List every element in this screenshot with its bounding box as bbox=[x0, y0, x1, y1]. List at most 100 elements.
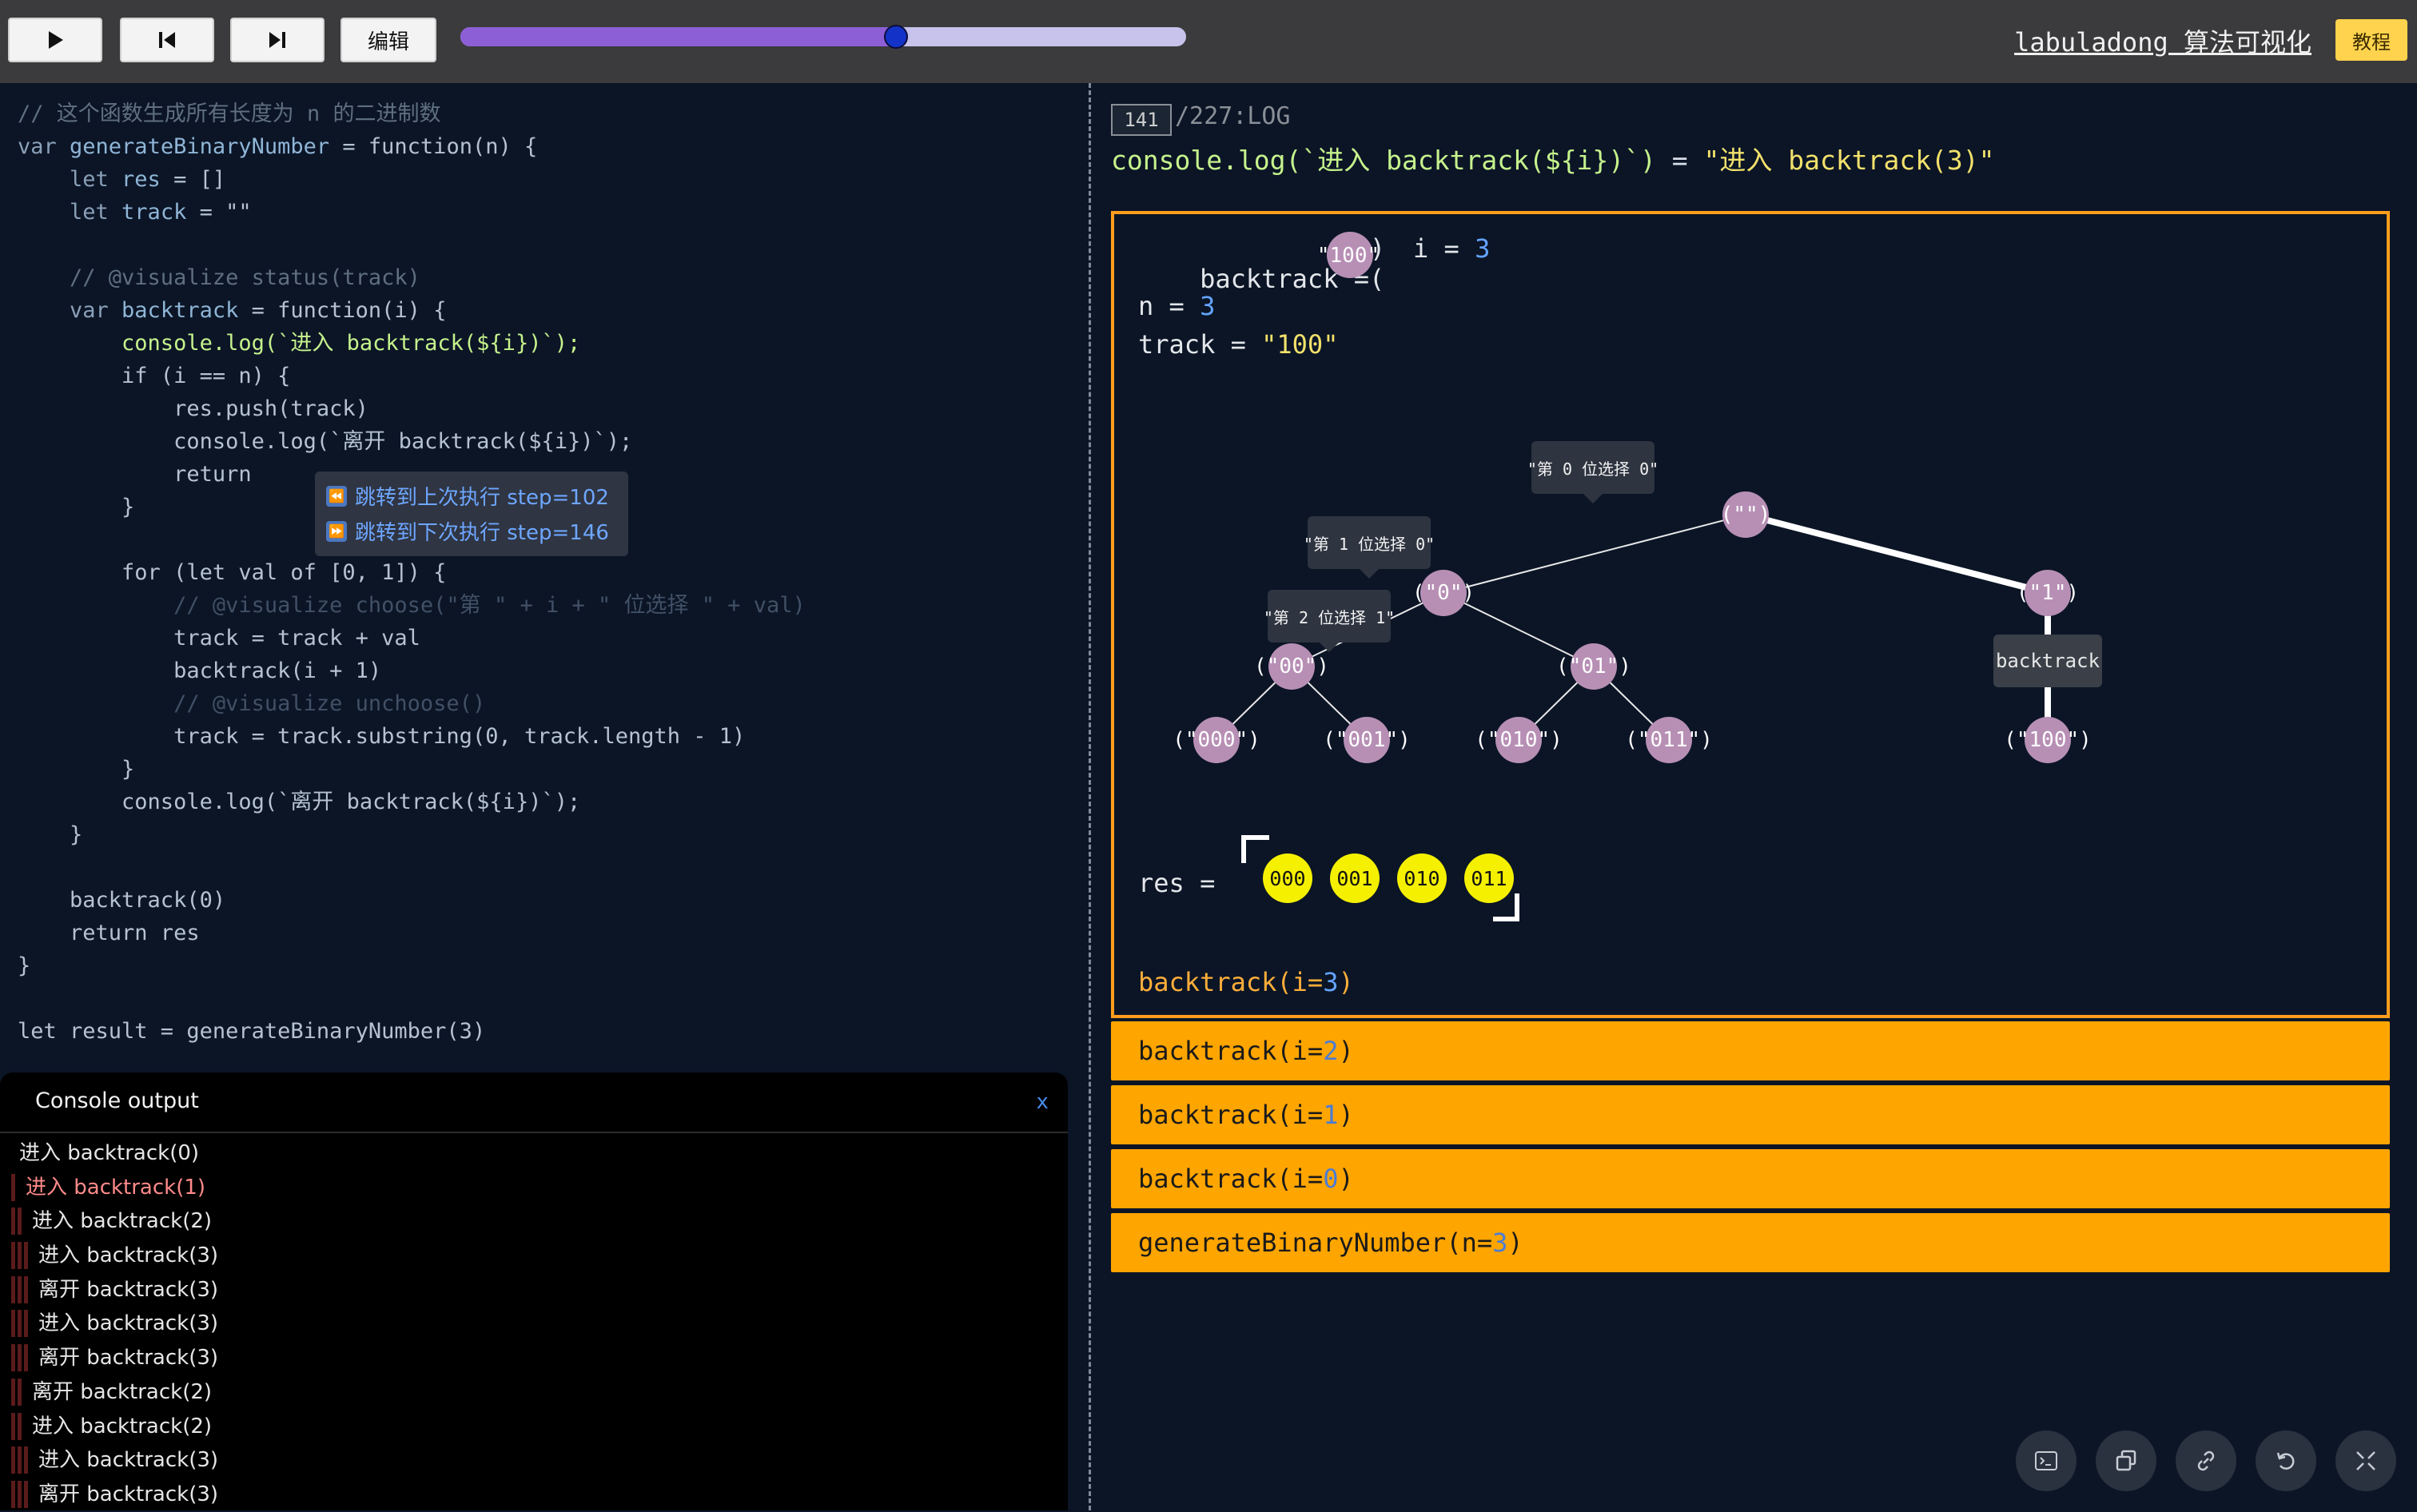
stack-frame-value: 2 bbox=[1323, 1036, 1339, 1066]
console-title: Console output bbox=[35, 1088, 199, 1113]
indent-guide bbox=[18, 1480, 22, 1508]
res-item[interactable]: 000 bbox=[1263, 853, 1312, 903]
indent-guide bbox=[11, 1242, 15, 1270]
code-line[interactable]: if (i == n) { bbox=[18, 360, 806, 392]
tree-node-label: ("001") bbox=[1323, 728, 1411, 752]
res-item[interactable]: 011 bbox=[1464, 853, 1514, 903]
tree-edge-active bbox=[1744, 511, 2049, 596]
code-line[interactable]: for (let val of [0, 1]) { bbox=[18, 556, 806, 589]
log-eq: = bbox=[1655, 145, 1704, 176]
tree-node-label: ("100") bbox=[2004, 728, 2092, 752]
code-line[interactable]: res.push(track) bbox=[18, 392, 806, 425]
code-line[interactable] bbox=[18, 851, 806, 884]
code-line[interactable]: // 这个函数生成所有长度为 n 的二进制数 bbox=[18, 97, 806, 130]
code-line[interactable]: backtrack(i + 1) bbox=[18, 655, 806, 687]
console-line-text: 进入 backtrack(1) bbox=[26, 1175, 206, 1200]
code-token: // @visualize choose("第 " + i + " 位选择 " … bbox=[18, 593, 806, 618]
code-line[interactable]: } bbox=[18, 753, 806, 786]
play-button[interactable] bbox=[8, 18, 102, 62]
log-value: "进入 backtrack(3)" bbox=[1703, 145, 1995, 176]
step-input[interactable]: 141 bbox=[1111, 104, 1172, 136]
code-line[interactable]: // @visualize status(track) bbox=[18, 261, 806, 294]
stack-frame[interactable]: backtrack(i= 0) bbox=[1111, 1149, 2390, 1208]
panel-divider[interactable] bbox=[1089, 83, 1091, 1510]
indent-guide bbox=[18, 1412, 22, 1440]
indent-guide bbox=[24, 1275, 28, 1303]
console-line-text: 离开 backtrack(2) bbox=[32, 1379, 213, 1404]
console-line-text: 进入 backtrack(3) bbox=[38, 1243, 219, 1268]
code-line[interactable]: let result = generateBinaryNumber(3) bbox=[18, 1015, 806, 1048]
progress-slider[interactable] bbox=[460, 25, 1186, 49]
toolbar: 编辑 labuladong 算法可视化 教程 bbox=[0, 0, 2417, 83]
stack-frame[interactable]: backtrack(i= 1) bbox=[1111, 1085, 2390, 1144]
tree-node-label: ("010") bbox=[1475, 728, 1563, 752]
copy-button[interactable] bbox=[2096, 1430, 2156, 1491]
code-token: let result = generateBinaryNumber(3) bbox=[18, 1019, 486, 1044]
share-link-button[interactable] bbox=[2176, 1430, 2236, 1491]
code-token: } bbox=[18, 953, 31, 978]
tree-node-label: ("") bbox=[1720, 503, 1771, 527]
code-line[interactable]: var generateBinaryNumber = function(n) { bbox=[18, 130, 806, 163]
collapse-button[interactable] bbox=[2335, 1430, 2396, 1491]
console-toggle-button[interactable] bbox=[2016, 1430, 2077, 1491]
code-token: var bbox=[18, 134, 70, 159]
frame-label-name: backtrack(i= bbox=[1138, 967, 1324, 997]
step-forward-icon bbox=[269, 32, 285, 48]
code-line[interactable] bbox=[18, 229, 806, 261]
code-line[interactable] bbox=[18, 982, 806, 1015]
step-back-button[interactable] bbox=[120, 18, 214, 62]
code-line[interactable]: track = track + val bbox=[18, 622, 806, 655]
stack-frame[interactable]: backtrack(i= 2) bbox=[1111, 1021, 2390, 1080]
console-line: 进入 backtrack(3) bbox=[0, 1443, 1068, 1478]
res-item[interactable]: 010 bbox=[1397, 853, 1447, 903]
stack-frame[interactable]: generateBinaryNumber(n= 3) bbox=[1111, 1213, 2390, 1272]
stack-frame-close: ) bbox=[1338, 1164, 1354, 1194]
tutorial-button[interactable]: 教程 bbox=[2335, 19, 2407, 61]
indent-guide bbox=[24, 1344, 28, 1372]
indent-guide bbox=[18, 1208, 22, 1235]
code-line[interactable]: var backtrack = function(i) { bbox=[18, 294, 806, 327]
console-line-text: 进入 backtrack(3) bbox=[38, 1448, 219, 1473]
jump-prev-link[interactable]: ⏪ 跳转到上次执行 step=102 bbox=[326, 481, 609, 511]
play-icon bbox=[49, 31, 63, 49]
console-line-text: 离开 backtrack(3) bbox=[38, 1346, 219, 1371]
code-line[interactable]: track = track.substring(0, track.length … bbox=[18, 720, 806, 753]
current-frame: backtrack =( "100" ) i = 3 n = 3 track =… bbox=[1111, 211, 2390, 1018]
stack-frame-value: 1 bbox=[1323, 1100, 1339, 1130]
code-line[interactable]: console.log(`进入 backtrack(${i})`); bbox=[18, 327, 806, 360]
step-forward-button[interactable] bbox=[230, 18, 325, 62]
jump-next-link[interactable]: ⏩ 跳转到下次执行 step=146 bbox=[326, 516, 609, 546]
tree-node-label: ("011") bbox=[1625, 728, 1713, 752]
progress-knob[interactable] bbox=[883, 25, 908, 49]
reset-button[interactable] bbox=[2256, 1430, 2316, 1491]
code-line[interactable]: let track = "" bbox=[18, 196, 806, 229]
code-line[interactable]: } bbox=[18, 949, 806, 982]
collapse-icon bbox=[2356, 1451, 2375, 1470]
console-line: 进入 backtrack(1) bbox=[0, 1171, 1068, 1205]
code-line[interactable]: backtrack(0) bbox=[18, 884, 806, 917]
jump-next-label: 跳转到下次执行 step=146 bbox=[355, 521, 609, 545]
code-token: = function(i) { bbox=[238, 298, 447, 323]
stack-frame-name: generateBinaryNumber(n= bbox=[1138, 1228, 1493, 1258]
console-line: 进入 backtrack(2) bbox=[0, 1410, 1068, 1444]
code-token: backtrack bbox=[121, 298, 239, 323]
code-line[interactable]: return res bbox=[18, 917, 806, 949]
res-item[interactable]: 001 bbox=[1330, 853, 1380, 903]
code-line[interactable]: console.log(`离开 backtrack(${i})`); bbox=[18, 786, 806, 818]
console-line: 进入 backtrack(3) bbox=[0, 1239, 1068, 1273]
edit-button[interactable]: 编辑 bbox=[340, 18, 436, 62]
choice-tooltip: "第 1 位选择 0" bbox=[1304, 516, 1435, 579]
indent-guide bbox=[24, 1242, 28, 1270]
console-panel: Console output x 进入 backtrack(0) 进入 backt… bbox=[0, 1072, 1068, 1510]
console-close-button[interactable]: x bbox=[1036, 1090, 1049, 1114]
code-lines: // 这个函数生成所有长度为 n 的二进制数 var generateBinary… bbox=[18, 97, 806, 1048]
site-title-link[interactable]: labuladong 算法可视化 bbox=[2014, 22, 2311, 59]
code-line[interactable]: // @visualize choose("第 " + i + " 位选择 " … bbox=[18, 589, 806, 622]
code-token: track bbox=[121, 200, 187, 225]
console-line: 离开 backtrack(3) bbox=[0, 1478, 1068, 1512]
code-line[interactable]: } bbox=[18, 818, 806, 851]
code-line[interactable]: console.log(`离开 backtrack(${i})`); bbox=[18, 425, 806, 458]
code-token: // @visualize status(track) bbox=[18, 265, 420, 290]
code-line[interactable]: let res = [] bbox=[18, 163, 806, 196]
code-line[interactable]: // @visualize unchoose() bbox=[18, 687, 806, 720]
